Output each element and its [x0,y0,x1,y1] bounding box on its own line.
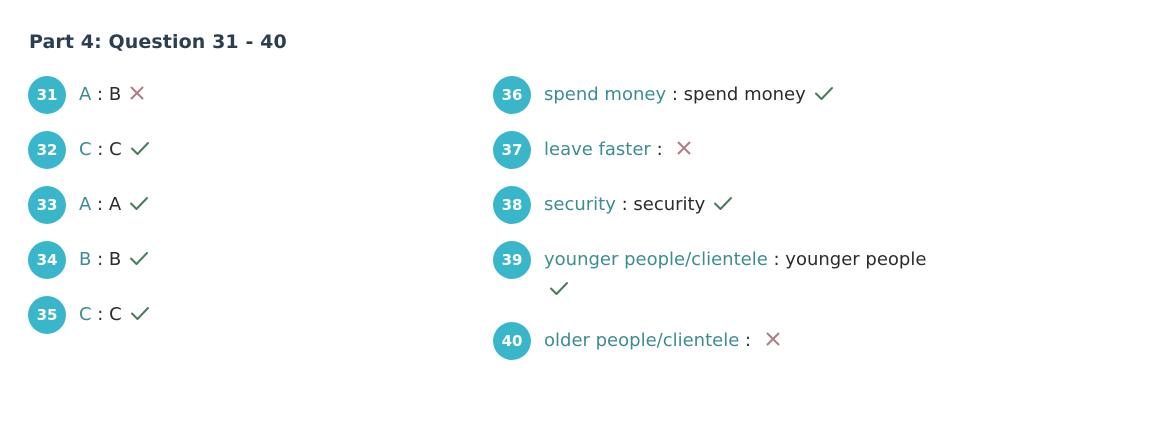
answer-text: B : B [79,241,149,275]
check-icon [129,195,149,211]
answer-separator: : [767,249,786,270]
answer-text: leave faster : [544,131,692,165]
answer-text: C : C [79,296,150,330]
answer-row-31: 31 A : B [28,76,468,114]
answer-text: A : B [79,76,145,110]
check-icon [130,305,150,321]
question-number-badge: 40 [493,322,531,360]
question-number-badge: 39 [493,241,531,279]
cross-icon [765,331,781,347]
correct-answer: older people/clientele [544,330,740,351]
answer-row-34: 34 B : B [28,241,468,279]
correct-answer: C [79,139,92,160]
answers-column-right: 36 spend money : spend money 37 leave fa… [493,76,953,377]
answer-text: C : C [79,131,150,165]
question-number-badge: 33 [28,186,66,224]
answers-column-left: 31 A : B 32 C : C 33 A : A 34 B : B 35 C… [28,76,468,351]
answer-separator: : [666,84,684,105]
question-number-badge: 37 [493,131,531,169]
question-number-badge: 38 [493,186,531,224]
answer-separator: : [91,139,110,160]
user-answer: B [108,249,122,270]
user-answer: C [109,139,122,160]
user-answer: spend money [683,84,806,105]
answer-text: A : A [79,186,149,220]
correct-answer: security [544,194,616,215]
check-icon [814,85,834,101]
correct-answer: C [79,304,92,325]
correct-answer: A [79,194,92,215]
answer-separator: : [650,139,669,160]
answer-separator: : [615,194,634,215]
answer-row-35: 35 C : C [28,296,468,334]
section-title: Part 4: Question 31 - 40 [29,31,287,53]
answer-row-36: 36 spend money : spend money [493,76,953,114]
answer-row-33: 33 A : A [28,186,468,224]
answer-separator: : [91,249,109,270]
check-icon [713,195,733,211]
answer-text: older people/clientele : [544,322,781,356]
user-answer: younger people [785,249,927,270]
answer-row-40: 40 older people/clientele : [493,322,953,360]
check-icon [549,280,569,296]
check-icon [129,250,149,266]
user-answer: C [109,304,122,325]
question-number-badge: 35 [28,296,66,334]
answer-text: spend money : spend money [544,76,834,110]
answer-separator: : [739,330,757,351]
answer-separator: : [91,194,109,215]
correct-answer: B [79,249,92,270]
user-answer: B [108,84,122,105]
answer-separator: : [91,84,109,105]
answer-text: younger people/clientele : younger peopl… [544,241,934,305]
question-number-badge: 31 [28,76,66,114]
correct-answer: A [79,84,92,105]
correct-answer: leave faster [544,139,651,160]
correct-answer: spend money [544,84,667,105]
answer-text: security : security [544,186,733,220]
user-answer: security [633,194,706,215]
answer-row-39: 39 younger people/clientele : younger pe… [493,241,953,305]
question-number-badge: 32 [28,131,66,169]
answer-row-37: 37 leave faster : [493,131,953,169]
answer-row-38: 38 security : security [493,186,953,224]
cross-icon [129,85,145,101]
cross-icon [676,140,692,156]
answer-row-32: 32 C : C [28,131,468,169]
check-icon [130,140,150,156]
correct-answer: younger people/clientele [544,249,768,270]
question-number-badge: 36 [493,76,531,114]
question-number-badge: 34 [28,241,66,279]
user-answer: A [108,194,122,215]
answer-separator: : [91,304,110,325]
